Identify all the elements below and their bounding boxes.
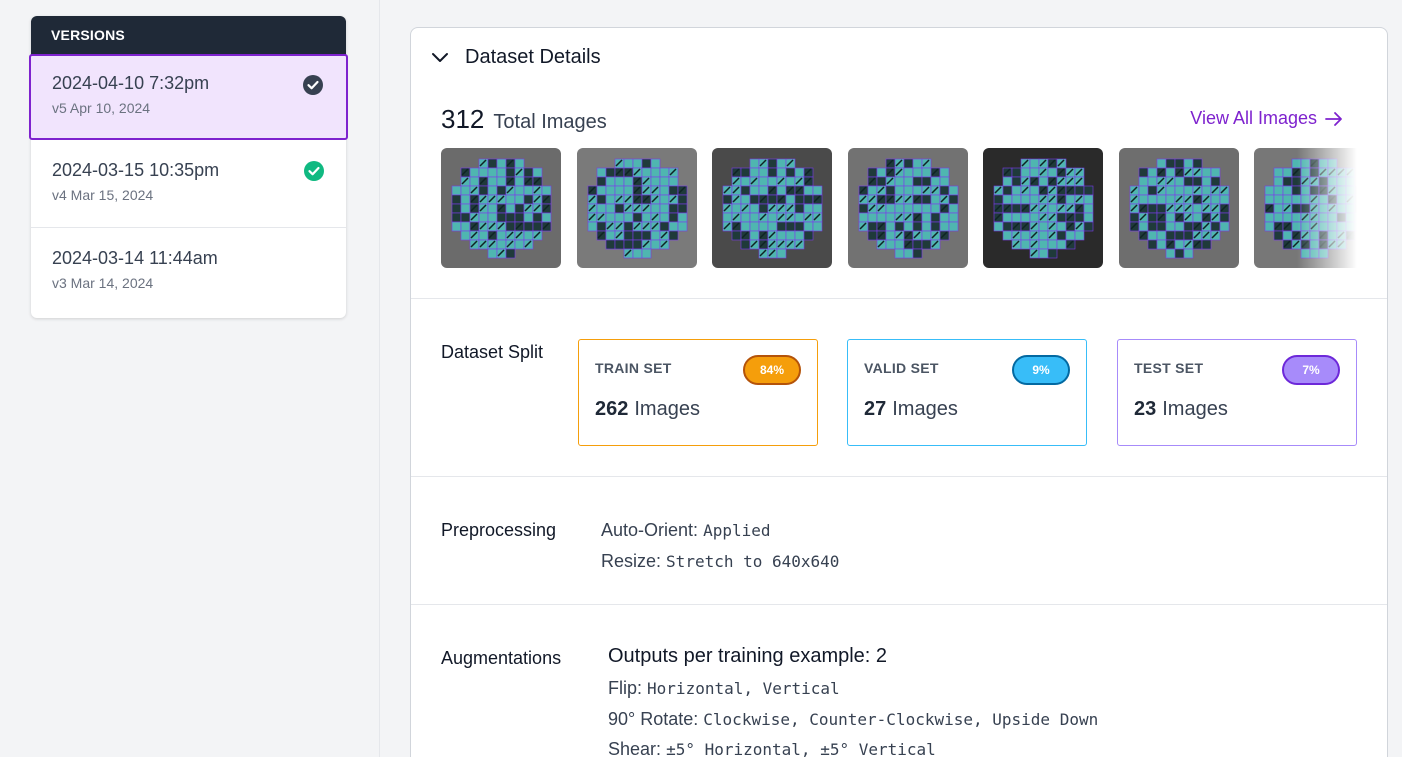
test-set-badge: 7% [1282,355,1340,385]
valid-set-count: 27 Images [864,398,1070,421]
train-set-number: 262 [595,398,629,420]
prop-key: 90° Rotate: [608,709,699,729]
prop-value: ±5° Horizontal, ±5° Vertical [666,740,936,757]
thumbnail-image [847,148,968,268]
augmentation-shear: Shear: ±5° Horizontal, ±5° Vertical [608,739,936,757]
dataset-thumbnail[interactable] [983,148,1103,268]
thumbnail-image [983,148,1103,268]
train-set-unit: Images [634,398,700,420]
dataset-thumbnail[interactable] [1118,148,1239,268]
prop-key: Resize: [601,551,662,571]
versions-header: VERSIONS [31,16,346,56]
version-date: 2024-04-10 7:32pm [52,73,210,93]
thumbnail-image [1118,148,1239,268]
prop-key: Flip: [608,678,643,698]
thumbnail-fade [1297,148,1357,269]
divider [411,298,1387,299]
left-panel: VERSIONS 2024-04-10 7:32pm v5 Apr 10, 20… [0,0,380,757]
version-item-v3[interactable]: 2024-03-14 11:44am v3 Mar 14, 2024 [31,228,346,318]
augmentations-label: Augmentations [441,648,562,668]
test-set-count: 23 Images [1134,398,1340,421]
version-date: 2024-03-15 10:35pm [52,160,220,180]
valid-set-card: VALID SET 9% 27 Images [847,339,1087,446]
augmentation-flip: Flip: Horizontal, Vertical [608,678,840,699]
divider [411,604,1387,605]
thumbnail-image [576,148,697,268]
test-set-number: 23 [1134,398,1157,420]
prop-value: Clockwise, Counter-Clockwise, Upside Dow… [703,710,1099,729]
train-set-badge: 84% [743,355,801,385]
total-images: 312 Total Images [441,104,607,135]
preprocessing-auto-orient: Auto-Orient: Applied [601,520,771,541]
divider [411,476,1387,477]
prop-value: Applied [703,521,771,540]
view-all-images-label: View All Images [1190,108,1317,128]
version-date: 2024-03-14 11:44am [52,248,218,268]
total-images-count: 312 [441,104,485,134]
thumbnail-image [441,148,561,268]
test-set-card: TEST SET 7% 23 Images [1117,339,1357,446]
total-images-label: Total Images [493,111,607,133]
dataset-details-title: Dataset Details [465,46,601,68]
test-set-unit: Images [1162,398,1228,420]
versions-card: VERSIONS 2024-04-10 7:32pm v5 Apr 10, 20… [29,16,348,318]
version-item-v5[interactable]: 2024-04-10 7:32pm v5 Apr 10, 2024 [29,54,348,140]
thumbnail-image [712,148,832,268]
check-circle-icon [304,161,324,181]
prop-value: Stretch to 640x640 [666,552,840,571]
dataset-details-toggle[interactable]: Dataset Details [431,46,601,69]
valid-set-number: 27 [864,398,887,420]
prop-value: Horizontal, Vertical [647,679,840,698]
dataset-thumbnail[interactable] [441,148,561,268]
prop-key: Auto-Orient: [601,520,699,540]
augmentation-rotate: 90° Rotate: Clockwise, Counter-Clockwise… [608,709,1098,730]
chevron-down-icon [432,52,448,62]
dataset-split-label: Dataset Split [441,342,544,362]
valid-set-badge: 9% [1012,355,1070,385]
train-set-card: TRAIN SET 84% 262 Images [578,339,818,446]
dataset-thumbnail[interactable] [712,148,832,268]
dataset-thumbnail[interactable] [847,148,968,268]
thumbnail-strip [441,148,1357,269]
valid-set-unit: Images [892,398,958,420]
version-item-v4[interactable]: 2024-03-15 10:35pm v4 Mar 15, 2024 [31,140,346,228]
version-sub: v4 Mar 15, 2024 [52,187,154,203]
check-circle-icon [303,75,323,95]
preprocessing-label: Preprocessing [441,520,557,540]
view-all-images-link[interactable]: View All Images [1190,108,1343,129]
preprocessing-resize: Resize: Stretch to 640x640 [601,551,839,572]
arrow-right-icon [1325,111,1342,126]
version-sub: v5 Apr 10, 2024 [52,100,151,116]
augmentations-outputs: Outputs per training example: 2 [608,645,888,667]
train-set-count: 262 Images [595,398,801,421]
prop-key: Shear: [608,739,662,757]
version-sub: v3 Mar 14, 2024 [52,275,154,291]
dataset-thumbnail[interactable] [576,148,697,268]
dataset-details-card: Dataset Details 312 Total Images View Al… [410,27,1388,757]
